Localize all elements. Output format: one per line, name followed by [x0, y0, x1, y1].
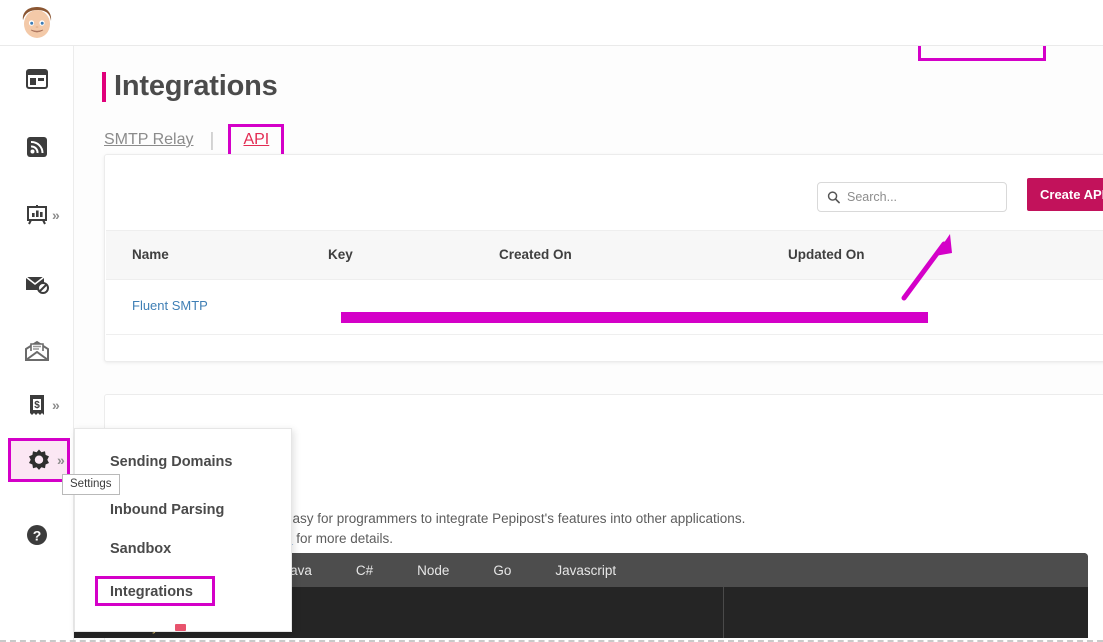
- code-tab-csharp[interactable]: C#: [356, 563, 373, 578]
- flyout-item-integrations[interactable]: Integrations: [110, 584, 193, 600]
- sidebar-chevron-billing: »: [52, 397, 60, 413]
- create-api-key-button[interactable]: Create API Key: [1027, 178, 1103, 211]
- settings-flyout-menu: Sending Domains Inbound Parsing Sandbox …: [74, 428, 292, 632]
- search-box[interactable]: [817, 182, 1007, 212]
- svg-text:$: $: [34, 400, 40, 411]
- tab-separator: |: [209, 129, 215, 151]
- chart-board-icon: [27, 205, 47, 225]
- tab-api-highlight: API: [228, 124, 285, 157]
- rss-signal-icon: [27, 137, 47, 157]
- search-icon: [827, 191, 840, 204]
- sidebar-rail: » $ » ?: [0, 46, 74, 640]
- title-accent-bar: [102, 71, 106, 102]
- svg-text:?: ?: [33, 528, 42, 544]
- flyout-item-inbound-parsing[interactable]: Inbound Parsing: [110, 502, 224, 518]
- tab-smtp-relay[interactable]: SMTP Relay: [104, 131, 194, 150]
- sidebar-item-templates[interactable]: [0, 328, 74, 374]
- column-header-created-on: Created On: [499, 247, 572, 262]
- avatar[interactable]: [14, 0, 60, 44]
- settings-tooltip: Settings: [62, 474, 120, 495]
- code-tab-go[interactable]: Go: [493, 563, 511, 578]
- sidebar-item-reports[interactable]: »: [0, 192, 74, 238]
- description-line-1: easy for programmers to integrate Pepipo…: [285, 511, 746, 526]
- invoice-dollar-icon: $: [30, 395, 44, 415]
- top-bar: [0, 0, 1103, 46]
- column-header-updated-on: Updated On: [788, 247, 865, 262]
- tab-bar: SMTP Relay | API: [104, 124, 285, 157]
- flyout-bottom-indicator: [175, 624, 186, 631]
- redaction-bar: [341, 312, 928, 323]
- question-circle-icon: ?: [27, 525, 47, 545]
- sidebar-chevron-reports: »: [52, 207, 60, 223]
- sidebar-item-dashboard[interactable]: [0, 56, 74, 102]
- code-tab-javascript[interactable]: Javascript: [555, 563, 616, 578]
- search-input[interactable]: [847, 190, 997, 204]
- tab-api[interactable]: API: [243, 131, 269, 148]
- code-tab-node[interactable]: Node: [417, 563, 449, 578]
- page-title: Integrations: [114, 70, 278, 102]
- sidebar-item-suppressions[interactable]: [0, 260, 74, 306]
- app-root: » $ » ? » Settings Integrations SMTP Rel…: [0, 0, 1103, 642]
- flyout-item-sandbox[interactable]: Sandbox: [110, 541, 171, 557]
- gear-icon: [29, 449, 49, 470]
- annotation-arrow: [901, 234, 952, 301]
- sidebar-chevron-settings: »: [57, 452, 65, 468]
- sidebar-item-billing[interactable]: $ »: [0, 382, 74, 428]
- dashboard-icon: [26, 69, 48, 89]
- code-vertical-divider: [723, 587, 724, 638]
- open-envelope-icon: [25, 340, 49, 361]
- mail-block-icon: [25, 276, 49, 294]
- description-line-2-text: for more details.: [292, 531, 394, 546]
- sidebar-item-settings[interactable]: »: [8, 438, 70, 482]
- flyout-item-sending-domains[interactable]: Sending Domains: [110, 454, 232, 470]
- description-line-2: n for more details.: [285, 529, 393, 549]
- column-header-key: Key: [328, 247, 353, 262]
- sidebar-item-help[interactable]: ?: [0, 512, 74, 558]
- page-title-wrap: Integrations: [102, 70, 278, 103]
- sidebar-item-campaigns[interactable]: [0, 124, 74, 170]
- column-header-name: Name: [132, 247, 169, 262]
- cell-name[interactable]: Fluent SMTP: [132, 298, 208, 313]
